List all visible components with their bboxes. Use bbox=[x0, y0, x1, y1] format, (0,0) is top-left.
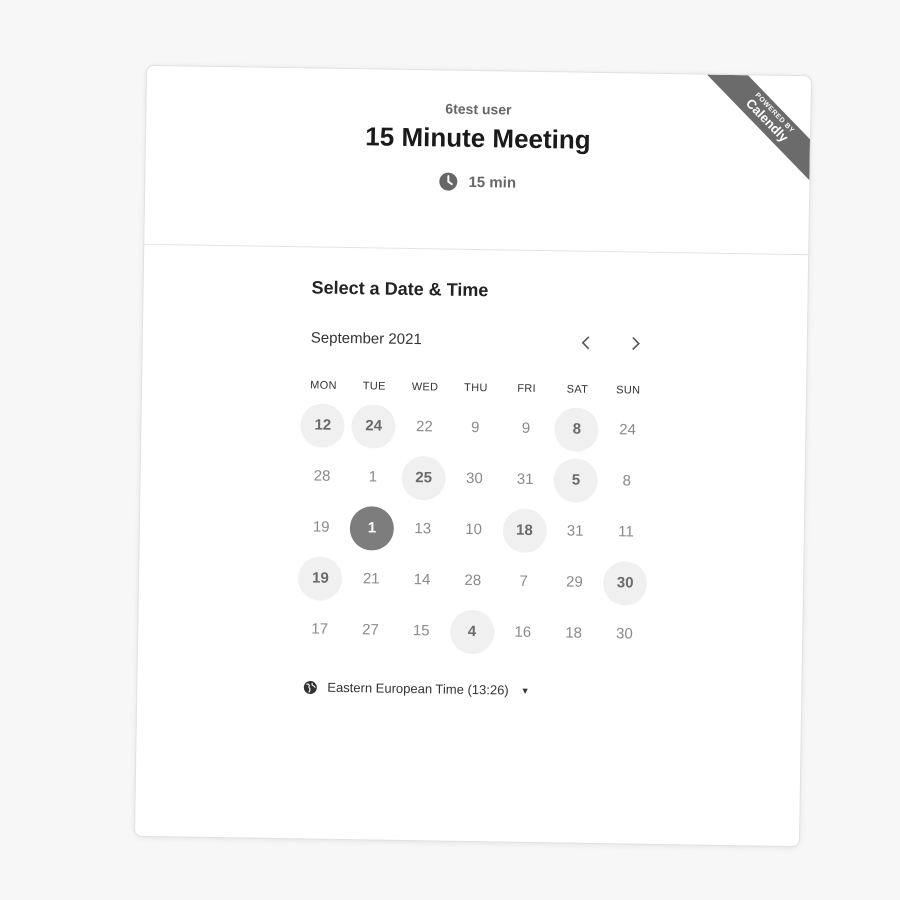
calendar-day: 30 bbox=[449, 453, 501, 505]
clock-icon bbox=[438, 171, 458, 191]
calendar-day[interactable]: 8 bbox=[551, 403, 603, 455]
calendar-day-number: 12 bbox=[300, 402, 346, 448]
calendar-day: 27 bbox=[345, 604, 397, 656]
calendar-day-number: 9 bbox=[470, 418, 480, 437]
calendar-day: 9 bbox=[449, 402, 501, 454]
calendar-day-number: 28 bbox=[464, 571, 482, 590]
calendar-day: 1 bbox=[347, 451, 399, 503]
calendar-day-number: 11 bbox=[618, 523, 634, 541]
calendar-day-number: 8 bbox=[622, 472, 632, 490]
calendar-day: 7 bbox=[498, 555, 550, 607]
calendar-day: 19 bbox=[295, 501, 347, 553]
event-duration-label: 15 min bbox=[468, 173, 517, 192]
weekday-label: MON bbox=[310, 379, 337, 392]
timezone-label: Eastern European Time (13:26) bbox=[327, 679, 509, 698]
calendar-day: 15 bbox=[395, 605, 447, 657]
caret-down-icon: ▼ bbox=[520, 685, 530, 696]
booking-card: POWERED BY Calendly 6test user 15 Minute… bbox=[133, 64, 813, 848]
calendar-day-selected[interactable]: 1 bbox=[346, 502, 398, 554]
calendar-day-number: 1 bbox=[368, 468, 378, 486]
calendar-day: 17 bbox=[294, 603, 346, 655]
calendar-day[interactable]: 25 bbox=[398, 452, 450, 504]
calendar-day[interactable]: 24 bbox=[348, 400, 400, 452]
weekday-label: THU bbox=[464, 381, 488, 395]
calendar-day[interactable]: 18 bbox=[499, 504, 551, 556]
calendar-day: 31 bbox=[499, 453, 551, 505]
weekday-label: TUE bbox=[362, 380, 386, 393]
calendar-day: 21 bbox=[345, 553, 397, 605]
section-title: Select a Date & Time bbox=[311, 277, 489, 301]
calendar-day-number: 7 bbox=[519, 572, 528, 590]
weekday-label: WED bbox=[411, 381, 439, 394]
powered-by-ribbon[interactable]: POWERED BY Calendly bbox=[689, 74, 812, 196]
calendar-day-number: 9 bbox=[521, 419, 531, 437]
calendar-day: 28 bbox=[296, 450, 348, 502]
calendar-day-number: 28 bbox=[313, 467, 331, 485]
calendar-day: 28 bbox=[447, 555, 499, 607]
calendar-day: 10 bbox=[448, 504, 500, 556]
calendar-day-number: 24 bbox=[351, 403, 396, 449]
calendar-day-number: 22 bbox=[415, 418, 433, 436]
calendar-day-number: 30 bbox=[615, 625, 633, 643]
calendar-day: 16 bbox=[497, 606, 549, 658]
calendar-day-number: 30 bbox=[465, 469, 483, 488]
weekday-label: SUN bbox=[616, 384, 641, 397]
calendar-day[interactable]: 5 bbox=[550, 454, 602, 506]
calendar-day[interactable]: 30 bbox=[599, 557, 651, 609]
calendar-day-number: 30 bbox=[602, 560, 648, 606]
calendar-day-number: 16 bbox=[514, 623, 532, 641]
prev-month-button[interactable] bbox=[571, 328, 601, 358]
calendar-day-number: 5 bbox=[553, 457, 599, 503]
calendar-day-number: 17 bbox=[311, 620, 329, 638]
calendar-day: 29 bbox=[549, 556, 601, 608]
calendar-day-number: 25 bbox=[401, 455, 446, 501]
calendar-day-number: 18 bbox=[565, 624, 583, 642]
chevron-right-icon bbox=[632, 336, 640, 351]
calendar-day-number: 8 bbox=[554, 406, 600, 452]
timezone-selector[interactable]: Eastern European Time (13:26) ▼ bbox=[303, 679, 530, 698]
chevron-left-icon bbox=[581, 336, 590, 350]
event-duration: 15 min bbox=[438, 171, 516, 192]
calendar-day-number: 21 bbox=[362, 570, 380, 588]
calendar-day-number: 31 bbox=[566, 522, 584, 540]
calendar-day-number: 24 bbox=[619, 421, 637, 439]
calendar-day-number: 19 bbox=[312, 518, 330, 536]
calendar-day-number: 29 bbox=[565, 573, 583, 591]
calendar-day-number: 4 bbox=[449, 609, 495, 654]
calendar-day: 11 bbox=[600, 506, 652, 558]
calendar-day-number: 1 bbox=[349, 505, 395, 551]
calendar-day: 30 bbox=[599, 608, 651, 660]
globe-icon bbox=[303, 680, 317, 694]
calendar-day: 13 bbox=[397, 503, 449, 555]
calendar-grid: MON TUE WED THU FRI SAT SUN 12 24 22 9 9 8 24 28 1 25 30 3… bbox=[294, 371, 654, 660]
weekday-label: FRI bbox=[517, 382, 537, 395]
calendar-day-number: 31 bbox=[516, 470, 534, 488]
calendar-day-number: 15 bbox=[412, 622, 430, 640]
calendar-day-number: 18 bbox=[502, 507, 547, 553]
calendar-day: 18 bbox=[548, 607, 600, 659]
calendar-day[interactable]: 4 bbox=[446, 606, 498, 658]
calendar-day: 31 bbox=[549, 505, 601, 557]
calendar-day-number: 14 bbox=[413, 571, 431, 589]
calendar-day: 22 bbox=[399, 401, 451, 453]
calendar-day: 9 bbox=[500, 402, 552, 454]
next-month-button[interactable] bbox=[621, 328, 651, 358]
calendar-day-number: 13 bbox=[414, 520, 432, 538]
calendar-day: 8 bbox=[601, 455, 653, 507]
weekday-label: SAT bbox=[566, 383, 589, 396]
calendar-day-number: 27 bbox=[361, 621, 379, 639]
month-label: September 2021 bbox=[310, 329, 422, 349]
calendar-day: 24 bbox=[602, 404, 654, 456]
calendar-day[interactable]: 19 bbox=[295, 552, 347, 604]
calendar-day-number: 19 bbox=[298, 555, 343, 601]
calendar-day[interactable]: 12 bbox=[297, 399, 349, 451]
calendar-day-number: 10 bbox=[465, 520, 483, 539]
calendar-day: 14 bbox=[396, 554, 448, 606]
